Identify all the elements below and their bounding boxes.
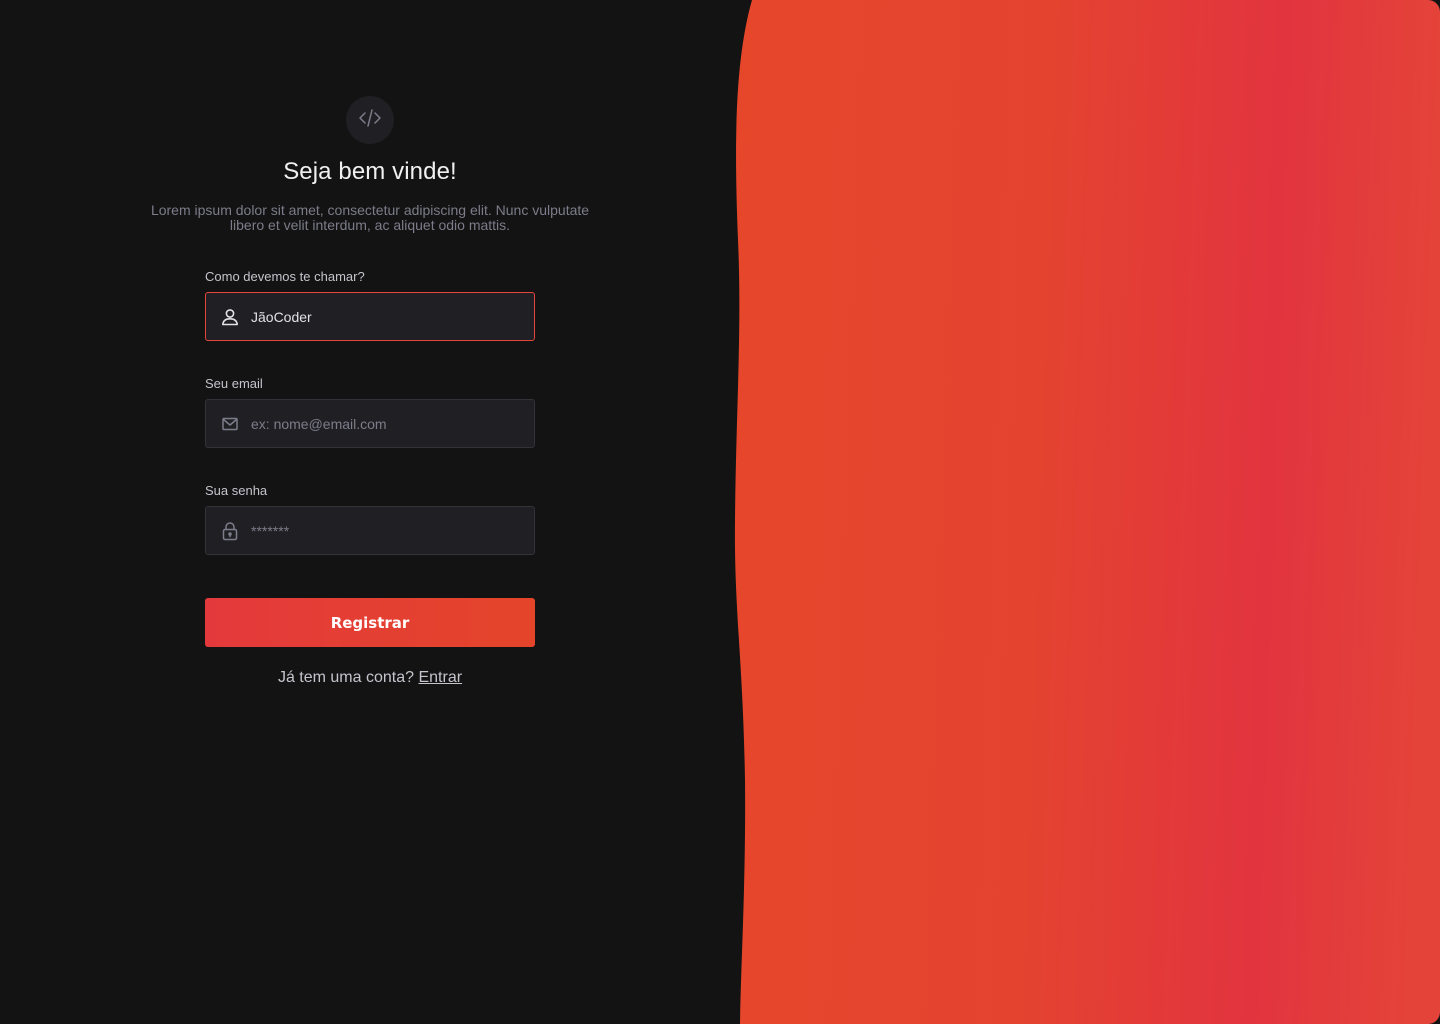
password-input[interactable] bbox=[240, 507, 534, 554]
page-subtitle: Lorem ipsum dolor sit amet, consectetur … bbox=[150, 202, 590, 233]
password-field-label: Sua senha bbox=[205, 483, 268, 498]
email-field-label: Seu email bbox=[205, 376, 263, 391]
mail-icon bbox=[220, 414, 240, 434]
signin-prompt: Já tem uma conta? Entrar bbox=[0, 669, 740, 687]
name-field[interactable] bbox=[205, 292, 535, 341]
code-icon bbox=[358, 106, 382, 135]
user-icon bbox=[220, 307, 240, 327]
signin-link[interactable]: Entrar bbox=[418, 669, 462, 686]
register-form-panel: Seja bem vinde! Lorem ipsum dolor sit am… bbox=[0, 0, 740, 1024]
name-input[interactable] bbox=[240, 293, 534, 340]
email-field[interactable] bbox=[205, 399, 535, 448]
page-title: Seja bem vinde! bbox=[283, 158, 457, 185]
logo-badge bbox=[346, 96, 394, 144]
email-input[interactable] bbox=[240, 400, 534, 447]
lock-icon bbox=[220, 521, 240, 541]
signin-prompt-text: Já tem uma conta? bbox=[277, 669, 415, 686]
name-field-label: Como devemos te chamar? bbox=[205, 269, 365, 284]
password-field[interactable] bbox=[205, 506, 535, 555]
register-button[interactable]: Registrar bbox=[205, 598, 535, 647]
